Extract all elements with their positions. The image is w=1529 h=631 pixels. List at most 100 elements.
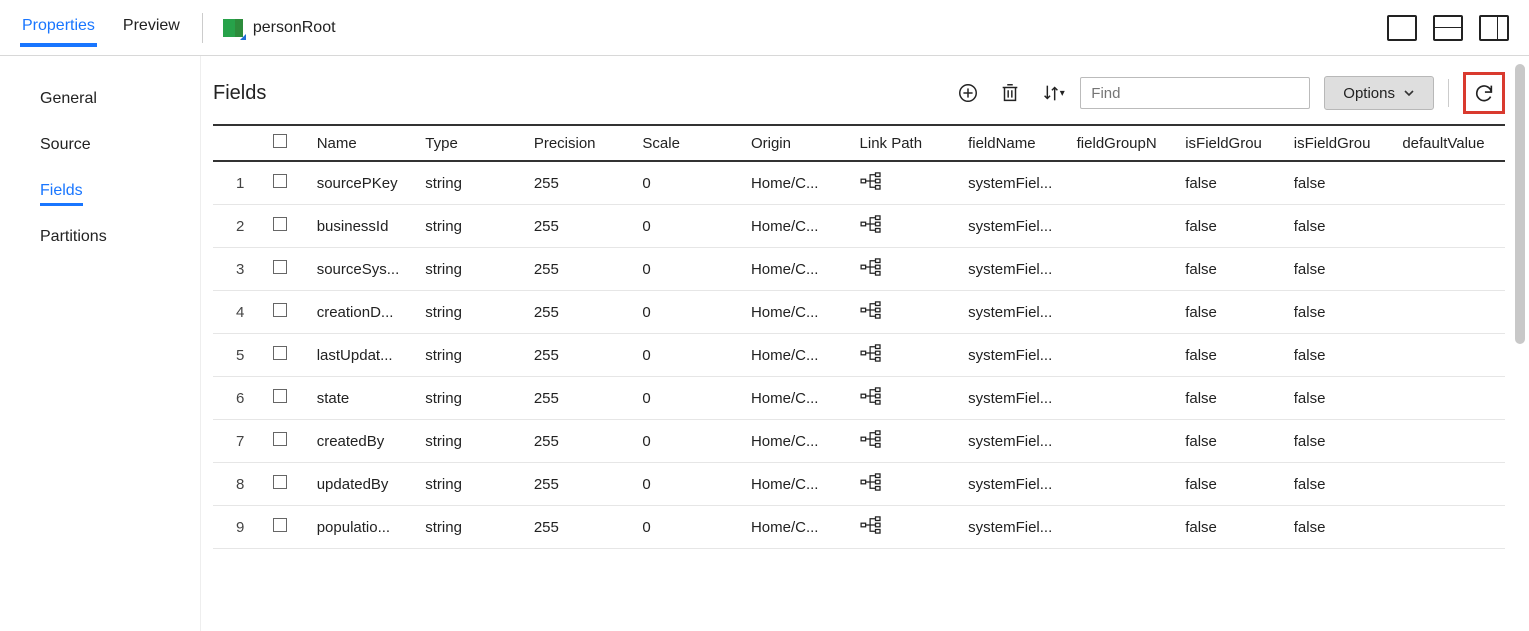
refresh-icon[interactable]	[1470, 79, 1498, 107]
cell-type: string	[419, 161, 528, 205]
cell-name: businessId	[311, 205, 420, 248]
cell-fieldname: systemFiel...	[962, 248, 1071, 291]
cell-scale: 0	[636, 161, 745, 205]
row-checkbox[interactable]	[273, 518, 287, 532]
linkpath-icon[interactable]	[854, 248, 963, 291]
linkpath-icon[interactable]	[854, 161, 963, 205]
col-precision[interactable]: Precision	[528, 126, 637, 161]
cell-isfg2: false	[1288, 377, 1397, 420]
sort-icon[interactable]: ▾	[1038, 79, 1066, 107]
sidebar-item-general[interactable]: General	[40, 76, 200, 122]
cell-name: lastUpdat...	[311, 334, 420, 377]
select-all-checkbox[interactable]	[273, 134, 287, 148]
table-row[interactable]: 8updatedBystring2550Home/C...systemFiel.…	[213, 463, 1505, 506]
cell-precision: 255	[528, 463, 637, 506]
row-checkbox[interactable]	[273, 432, 287, 446]
col-linkpath[interactable]: Link Path	[854, 126, 963, 161]
table-row[interactable]: 2businessIdstring2550Home/C...systemFiel…	[213, 205, 1505, 248]
cell-origin: Home/C...	[745, 248, 854, 291]
cell-type: string	[419, 420, 528, 463]
divider	[202, 13, 203, 43]
cell-isfg1: false	[1179, 463, 1288, 506]
cell-default	[1396, 463, 1505, 506]
row-index: 1	[213, 161, 267, 205]
cell-isfg1: false	[1179, 248, 1288, 291]
cell-origin: Home/C...	[745, 506, 854, 549]
fields-table: Name Type Precision Scale Origin Link Pa…	[213, 124, 1505, 549]
top-bar: Properties Preview personRoot	[0, 0, 1529, 56]
cell-scale: 0	[636, 205, 745, 248]
row-checkbox[interactable]	[273, 174, 287, 188]
table-row[interactable]: 1sourcePKeystring2550Home/C...systemFiel…	[213, 161, 1505, 205]
cell-type: string	[419, 506, 528, 549]
linkpath-icon[interactable]	[854, 334, 963, 377]
linkpath-icon[interactable]	[854, 506, 963, 549]
table-row[interactable]: 6statestring2550Home/C...systemFiel...fa…	[213, 377, 1505, 420]
cell-precision: 255	[528, 291, 637, 334]
cell-name: createdBy	[311, 420, 420, 463]
sidebar-item-partitions[interactable]: Partitions	[40, 214, 200, 260]
cell-default	[1396, 506, 1505, 549]
options-button[interactable]: Options	[1324, 76, 1434, 110]
table-row[interactable]: 9populatio...string2550Home/C...systemFi…	[213, 506, 1505, 549]
cell-type: string	[419, 291, 528, 334]
col-type[interactable]: Type	[419, 126, 528, 161]
cell-origin: Home/C...	[745, 420, 854, 463]
row-checkbox[interactable]	[273, 303, 287, 317]
cell-type: string	[419, 463, 528, 506]
cell-isfg1: false	[1179, 161, 1288, 205]
layout-vsplit-icon[interactable]	[1479, 15, 1509, 41]
table-row[interactable]: 4creationD...string2550Home/C...systemFi…	[213, 291, 1505, 334]
add-icon[interactable]	[954, 79, 982, 107]
cell-fieldgroup	[1071, 248, 1180, 291]
delete-icon[interactable]	[996, 79, 1024, 107]
col-fieldname[interactable]: fieldName	[962, 126, 1071, 161]
linkpath-icon[interactable]	[854, 205, 963, 248]
cell-isfg1: false	[1179, 377, 1288, 420]
sidebar-item-source[interactable]: Source	[40, 122, 200, 168]
sidebar: General Source Fields Partitions	[0, 56, 200, 631]
cell-name: populatio...	[311, 506, 420, 549]
col-fieldgroup[interactable]: fieldGroupN	[1071, 126, 1180, 161]
row-checkbox[interactable]	[273, 346, 287, 360]
cell-isfg2: false	[1288, 506, 1397, 549]
row-checkbox[interactable]	[273, 217, 287, 231]
row-checkbox[interactable]	[273, 260, 287, 274]
row-checkbox[interactable]	[273, 475, 287, 489]
cell-fieldgroup	[1071, 420, 1180, 463]
linkpath-icon[interactable]	[854, 463, 963, 506]
row-index: 5	[213, 334, 267, 377]
cell-precision: 255	[528, 506, 637, 549]
table-row[interactable]: 7createdBystring2550Home/C...systemFiel.…	[213, 420, 1505, 463]
cell-fieldgroup	[1071, 161, 1180, 205]
cell-fieldgroup	[1071, 506, 1180, 549]
cell-fieldgroup	[1071, 291, 1180, 334]
col-defaultvalue[interactable]: defaultValue	[1396, 126, 1505, 161]
col-name[interactable]: Name	[311, 126, 420, 161]
layout-single-icon[interactable]	[1387, 15, 1417, 41]
linkpath-icon[interactable]	[854, 377, 963, 420]
linkpath-icon[interactable]	[854, 420, 963, 463]
tab-properties[interactable]: Properties	[20, 9, 97, 47]
cell-isfg2: false	[1288, 205, 1397, 248]
cell-name: state	[311, 377, 420, 420]
cell-fieldname: systemFiel...	[962, 205, 1071, 248]
col-origin[interactable]: Origin	[745, 126, 854, 161]
cell-isfg1: false	[1179, 291, 1288, 334]
cell-precision: 255	[528, 205, 637, 248]
find-input[interactable]	[1080, 77, 1310, 109]
cell-scale: 0	[636, 420, 745, 463]
sidebar-item-fields[interactable]: Fields	[40, 168, 200, 214]
tab-preview[interactable]: Preview	[121, 9, 182, 47]
table-row[interactable]: 3sourceSys...string2550Home/C...systemFi…	[213, 248, 1505, 291]
row-checkbox[interactable]	[273, 389, 287, 403]
linkpath-icon[interactable]	[854, 291, 963, 334]
scrollbar[interactable]	[1515, 64, 1525, 344]
entity-name: personRoot	[253, 19, 336, 37]
col-isfieldgroup2[interactable]: isFieldGrou	[1288, 126, 1397, 161]
table-row[interactable]: 5lastUpdat...string2550Home/C...systemFi…	[213, 334, 1505, 377]
layout-hsplit-icon[interactable]	[1433, 15, 1463, 41]
col-scale[interactable]: Scale	[636, 126, 745, 161]
col-isfieldgroup1[interactable]: isFieldGrou	[1179, 126, 1288, 161]
row-index: 9	[213, 506, 267, 549]
